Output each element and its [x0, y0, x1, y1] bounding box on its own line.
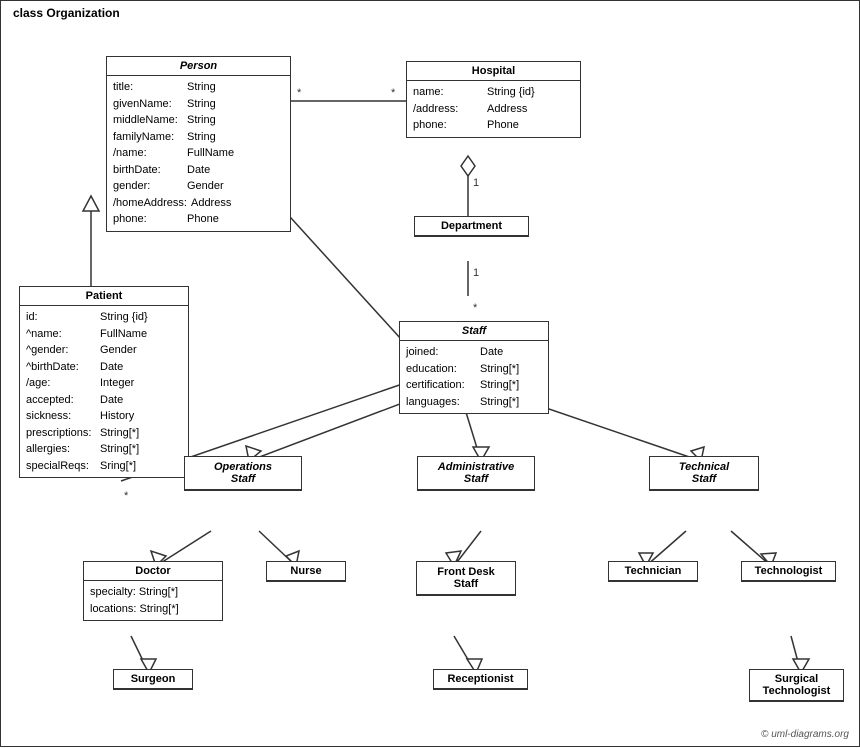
staff-class-name: Staff: [400, 322, 548, 341]
receptionist-class: Receptionist: [433, 669, 528, 690]
front-desk-staff-class: Front DeskStaff: [416, 561, 516, 596]
person-class-attrs: title:String givenName:String middleName…: [107, 76, 290, 231]
technologist-class: Technologist: [741, 561, 836, 582]
nurse-class-name: Nurse: [267, 562, 345, 581]
receptionist-class-name: Receptionist: [434, 670, 527, 689]
administrative-staff-class: AdministrativeStaff: [417, 456, 535, 491]
technical-staff-class: TechnicalStaff: [649, 456, 759, 491]
svg-text:1: 1: [473, 177, 479, 189]
svg-text:1: 1: [473, 267, 479, 279]
doctor-class-attrs: specialty: String[*] locations: String[*…: [84, 581, 222, 620]
nurse-class: Nurse: [266, 561, 346, 582]
staff-class-attrs: joined:Date education:String[*] certific…: [400, 341, 548, 413]
hospital-class: Hospital name:String {id} /address:Addre…: [406, 61, 581, 138]
operations-staff-class: OperationsStaff: [184, 456, 302, 491]
svg-text:*: *: [391, 87, 396, 99]
patient-class-name: Patient: [20, 287, 188, 306]
technician-class: Technician: [608, 561, 698, 582]
patient-class: Patient id:String {id} ^name:FullName ^g…: [19, 286, 189, 478]
department-class: Department: [414, 216, 529, 237]
staff-class: Staff joined:Date education:String[*] ce…: [399, 321, 549, 414]
copyright: © uml-diagrams.org: [761, 729, 849, 740]
hospital-class-attrs: name:String {id} /address:Address phone:…: [407, 81, 580, 137]
operations-staff-class-name: OperationsStaff: [185, 457, 301, 490]
surgeon-class: Surgeon: [113, 669, 193, 690]
surgeon-class-name: Surgeon: [114, 670, 192, 689]
administrative-staff-class-name: AdministrativeStaff: [418, 457, 534, 490]
diagram-container: class Organization * * 1 * 1 *: [0, 0, 860, 747]
svg-text:*: *: [124, 490, 129, 502]
patient-class-attrs: id:String {id} ^name:FullName ^gender:Ge…: [20, 306, 188, 477]
hospital-class-name: Hospital: [407, 62, 580, 81]
department-class-name: Department: [415, 217, 528, 236]
svg-text:*: *: [297, 87, 302, 99]
surgical-technologist-class: SurgicalTechnologist: [749, 669, 844, 702]
svg-text:*: *: [473, 302, 478, 314]
technologist-class-name: Technologist: [742, 562, 835, 581]
person-class: Person title:String givenName:String mid…: [106, 56, 291, 232]
front-desk-staff-class-name: Front DeskStaff: [417, 562, 515, 595]
diagram-title: class Organization: [9, 5, 124, 21]
technical-staff-class-name: TechnicalStaff: [650, 457, 758, 490]
surgical-technologist-class-name: SurgicalTechnologist: [750, 670, 843, 701]
doctor-class-name: Doctor: [84, 562, 222, 581]
technician-class-name: Technician: [609, 562, 697, 581]
person-class-name: Person: [107, 57, 290, 76]
doctor-class: Doctor specialty: String[*] locations: S…: [83, 561, 223, 621]
